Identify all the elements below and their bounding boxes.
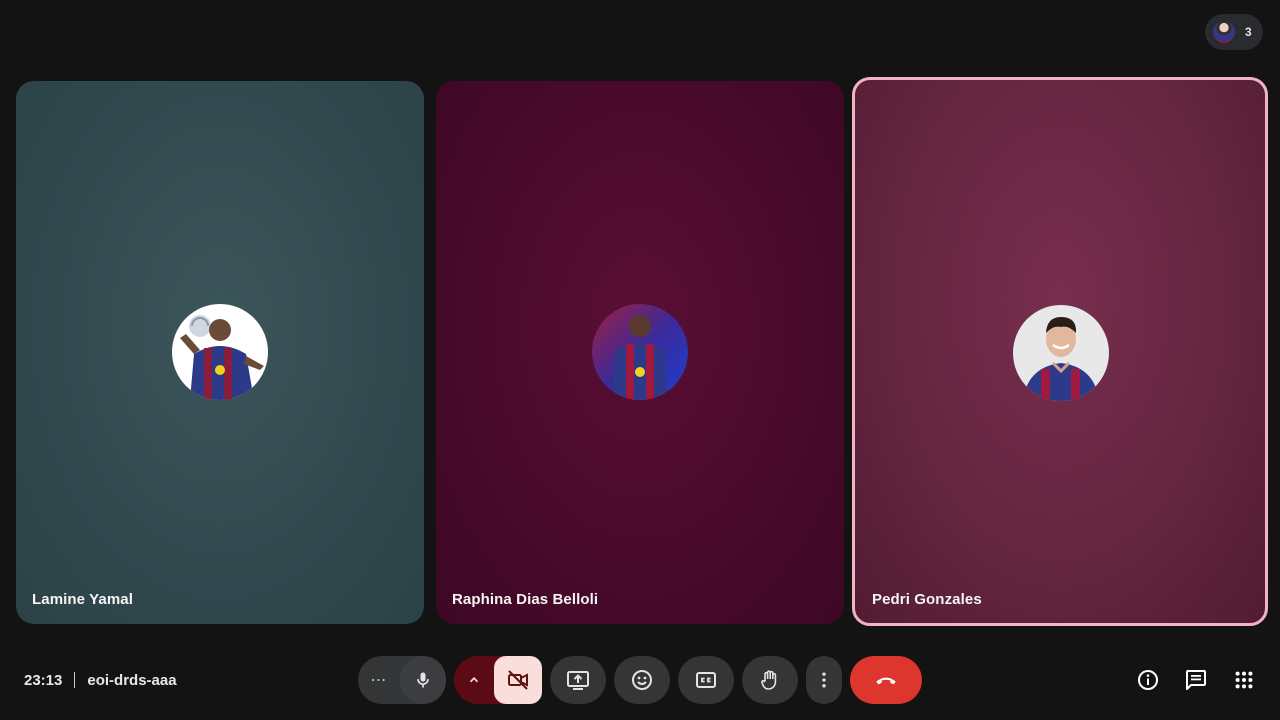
- audio-controls: ⋯: [358, 656, 446, 704]
- video-controls: [454, 656, 542, 704]
- video-options-button[interactable]: [454, 656, 494, 704]
- chat-icon: [1186, 670, 1206, 690]
- participant-name: Lamine Yamal: [32, 591, 133, 608]
- info-icon: [1138, 670, 1158, 690]
- raise-hand-button[interactable]: [742, 656, 798, 704]
- avatar: [592, 304, 688, 400]
- meeting-details-button[interactable]: [1132, 664, 1164, 696]
- participant-avatar: [1213, 21, 1235, 43]
- chevron-up-icon: [469, 677, 479, 683]
- participant-tile-pedri-gonzales[interactable]: Pedri Gonzales: [852, 77, 1268, 626]
- meeting-info: 23:13 eoi-drds-aaa: [24, 670, 177, 690]
- participant-count: 3: [1245, 25, 1252, 39]
- participant-tile-lamine-yamal[interactable]: Lamine Yamal: [16, 81, 424, 624]
- meeting-time: 23:13: [24, 671, 63, 689]
- camera-off-icon: [508, 670, 528, 690]
- divider: [74, 672, 76, 688]
- captions-button[interactable]: [678, 656, 734, 704]
- chat-button[interactable]: [1180, 664, 1212, 696]
- participant-tile-raphina-dias-belloli[interactable]: Raphina Dias Belloli: [436, 81, 844, 624]
- avatar: [172, 304, 268, 400]
- microphone-button[interactable]: [400, 656, 446, 704]
- reactions-button[interactable]: [614, 656, 670, 704]
- apps-icon: [1235, 671, 1253, 689]
- meet-app: 3 Lamine Yamal Raphina Dias Belloli Pedr…: [0, 0, 1280, 720]
- present-screen-icon: [567, 671, 589, 690]
- participant-name: Raphina Dias Belloli: [452, 591, 599, 608]
- participant-name: Pedri Gonzales: [872, 591, 982, 608]
- microphone-icon: [417, 672, 429, 688]
- present-screen-button[interactable]: [550, 656, 606, 704]
- camera-toggle-button[interactable]: [494, 656, 542, 704]
- leave-call-icon: [876, 677, 896, 685]
- more-horiz-icon: ⋯: [370, 672, 388, 689]
- emoji-icon: [632, 670, 652, 690]
- raise-hand-icon: [761, 670, 777, 690]
- leave-call-button[interactable]: [850, 656, 922, 704]
- participants-chip[interactable]: 3: [1205, 14, 1263, 50]
- activities-button[interactable]: [1228, 664, 1260, 696]
- more-vert-icon: [822, 672, 826, 688]
- meeting-code[interactable]: eoi-drds-aaa: [87, 672, 176, 689]
- more-options-button[interactable]: [806, 656, 842, 704]
- captions-icon: [696, 672, 716, 688]
- audio-options-button[interactable]: ⋯: [358, 656, 400, 704]
- avatar: [1013, 305, 1109, 401]
